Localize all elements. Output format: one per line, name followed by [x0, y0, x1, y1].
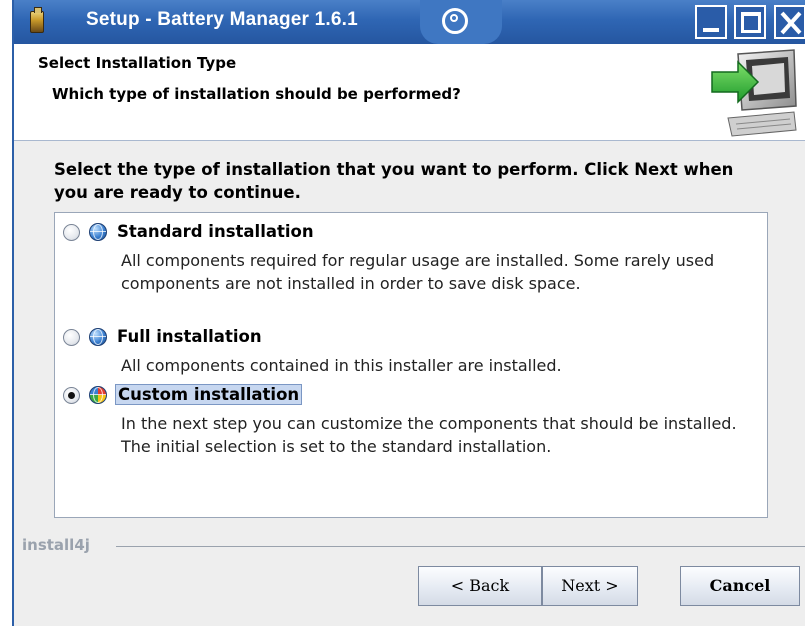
next-button[interactable]: Next > [542, 566, 638, 606]
minimize-button[interactable] [695, 5, 727, 39]
page-subtitle: Which type of installation should be per… [52, 85, 461, 103]
page-title: Select Installation Type [38, 54, 237, 72]
globe-icon [89, 223, 107, 241]
option-description: All components contained in this install… [121, 356, 562, 375]
option-description: All components required for regular usag… [121, 251, 715, 293]
maximize-button[interactable] [734, 5, 766, 39]
option-label[interactable]: Custom installation [115, 384, 303, 405]
back-button[interactable]: < Back [418, 566, 542, 606]
radio-custom[interactable] [63, 387, 80, 404]
radio-full[interactable] [63, 329, 80, 346]
wizard-header: Select Installation Type Which type of i… [14, 44, 805, 141]
swirl-icon [442, 8, 468, 34]
custom-globe-icon [89, 386, 107, 404]
option-label[interactable]: Standard installation [115, 221, 316, 242]
option-label[interactable]: Full installation [115, 326, 264, 347]
globe-icon [89, 328, 107, 346]
radio-standard[interactable] [63, 224, 80, 241]
instruction-text: Select the type of installation that you… [54, 160, 734, 202]
installation-options-panel: Standard installation All components req… [54, 212, 768, 518]
window-title: Setup - Battery Manager 1.6.1 [86, 9, 358, 30]
title-decoration [420, 0, 502, 44]
option-description: In the next step you can customize the c… [121, 414, 737, 456]
close-icon [780, 11, 802, 35]
brand-separator: install4j [14, 536, 805, 556]
cancel-button[interactable]: Cancel [680, 566, 800, 606]
close-button[interactable] [774, 5, 805, 39]
title-bar[interactable]: Setup - Battery Manager 1.6.1 [14, 0, 805, 44]
battery-icon [30, 7, 44, 33]
computer-arrow-icon [711, 49, 797, 137]
brand-label: install4j [22, 536, 90, 554]
installer-window: Setup - Battery Manager 1.6.1 Select Ins… [12, 0, 805, 626]
separator-line [116, 546, 805, 547]
